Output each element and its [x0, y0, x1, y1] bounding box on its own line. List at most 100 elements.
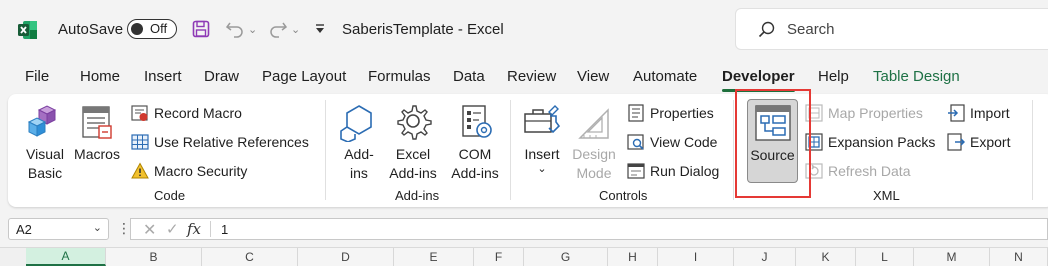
toolbox-icon [524, 105, 561, 134]
document-title: SaberisTemplate - Excel [342, 21, 504, 38]
com-add-ins-button[interactable]: COM Add-ins [446, 102, 504, 183]
expansion-packs-icon [804, 132, 824, 152]
column-header-f[interactable]: F [474, 248, 524, 266]
column-header-h[interactable]: H [608, 248, 658, 266]
map-properties-button[interactable]: Map Properties [804, 102, 923, 124]
column-header-b[interactable]: B [106, 248, 202, 266]
column-header-a[interactable]: A [26, 248, 106, 266]
tab-automate[interactable]: Automate [633, 68, 697, 85]
xml-group-label: XML [873, 188, 900, 203]
source-button[interactable]: Source [747, 99, 798, 183]
group-separator [1032, 100, 1033, 200]
autosave-toggle[interactable]: Off [127, 19, 177, 39]
add-ins-group-label: Add-ins [395, 188, 440, 203]
properties-label: Properties [650, 105, 714, 121]
toggle-knob [131, 22, 143, 35]
tab-page-layout[interactable]: Page Layout [262, 68, 346, 85]
column-header-d[interactable]: D [298, 248, 394, 266]
tab-data[interactable]: Data [453, 68, 485, 85]
redo-dropdown-icon[interactable]: ⌄ [291, 18, 300, 40]
chevron-down-icon[interactable]: ⌄ [93, 221, 102, 234]
column-header-l[interactable]: L [856, 248, 914, 266]
com-add-ins-label: COM Add-ins [451, 146, 499, 181]
view-code-label: View Code [650, 134, 718, 150]
design-mode-button[interactable]: Design Mode [568, 102, 620, 183]
import-label: Import [970, 105, 1010, 121]
macros-button[interactable]: Macros [72, 102, 122, 164]
source-button-content: Source [748, 103, 797, 165]
tab-formulas[interactable]: Formulas [368, 68, 431, 85]
view-code-button[interactable]: View Code [626, 131, 717, 153]
formula-bar: ✕ ✓ fx 1 [130, 218, 1048, 240]
tab-file[interactable]: File [25, 68, 49, 85]
properties-button[interactable]: Properties [626, 102, 714, 124]
export-button[interactable]: Export [946, 131, 1010, 153]
code-group-label: Code [154, 188, 186, 203]
map-properties-label: Map Properties [828, 105, 923, 121]
group-separator [325, 100, 326, 200]
excel-add-ins-button[interactable]: Excel Add-ins [386, 102, 440, 183]
use-relative-references-button[interactable]: Use Relative References [130, 131, 309, 153]
column-header-e[interactable]: E [394, 248, 474, 266]
insert-control-button[interactable]: Insert ⌄ [521, 102, 563, 175]
undo-dropdown-icon[interactable]: ⌄ [248, 18, 257, 40]
refresh-data-label: Refresh Data [828, 163, 911, 179]
run-dialog-label: Run Dialog [650, 163, 720, 179]
customize-qat-icon[interactable] [314, 18, 326, 40]
export-icon [946, 132, 966, 152]
formula-input[interactable]: 1 [221, 222, 228, 237]
run-dialog-button[interactable]: Run Dialog [626, 160, 719, 182]
warning-icon [130, 161, 150, 181]
tab-developer[interactable]: Developer [722, 68, 795, 92]
macro-security-button[interactable]: Macro Security [130, 160, 247, 182]
tab-table-design[interactable]: Table Design [873, 68, 960, 85]
expansion-packs-label: Expansion Packs [828, 134, 936, 150]
column-header-j[interactable]: J [734, 248, 796, 266]
export-label: Export [970, 134, 1011, 150]
expansion-packs-button[interactable]: Expansion Packs [804, 131, 935, 153]
use-relative-references-label: Use Relative References [154, 134, 309, 150]
autosave-state: Off [150, 21, 168, 36]
visual-basic-button[interactable]: Visual Basic [22, 102, 68, 183]
refresh-data-button[interactable]: Refresh Data [804, 160, 910, 182]
save-icon[interactable] [192, 18, 210, 40]
design-mode-icon [578, 108, 609, 139]
autosave-label: AutoSave [58, 21, 124, 38]
search-icon [758, 21, 775, 38]
add-ins-button[interactable]: Add- ins [338, 102, 380, 183]
column-header-k[interactable]: K [796, 248, 856, 266]
search-box[interactable]: Search [735, 8, 1048, 50]
insert-function-button[interactable]: fx [187, 220, 201, 238]
tab-help[interactable]: Help [818, 68, 849, 85]
com-add-ins-icon [462, 105, 492, 138]
search-placeholder: Search [787, 21, 835, 38]
enter-check-icon[interactable]: ✓ [166, 220, 179, 238]
visual-basic-icon [27, 105, 57, 137]
tab-draw[interactable]: Draw [204, 68, 239, 85]
column-header-c[interactable]: C [202, 248, 298, 266]
undo-icon[interactable] [225, 18, 245, 40]
insert-control-label: Insert [524, 146, 560, 162]
import-button[interactable]: Import [946, 102, 1010, 124]
tab-view[interactable]: View [577, 68, 609, 85]
column-header-g[interactable]: G [524, 248, 608, 266]
tab-review[interactable]: Review [507, 68, 556, 85]
design-mode-label: Design Mode [572, 146, 616, 181]
ribbon-tabs: File Home Insert Draw Page Layout Formul… [0, 62, 1048, 92]
record-macro-icon [130, 103, 150, 123]
column-header-n[interactable]: N [990, 248, 1048, 266]
select-all-corner[interactable] [0, 248, 27, 266]
column-header-m[interactable]: M [914, 248, 990, 266]
cancel-icon[interactable]: ✕ [143, 220, 156, 240]
add-ins-label: Add- ins [344, 146, 374, 181]
record-macro-button[interactable]: Record Macro [130, 102, 242, 124]
tab-home[interactable]: Home [80, 68, 120, 85]
tab-insert[interactable]: Insert [144, 68, 182, 85]
name-box[interactable]: A2 ⌄ [8, 218, 109, 240]
column-header-i[interactable]: I [658, 248, 734, 266]
add-ins-icon [340, 105, 372, 142]
more-options-icon[interactable]: ⋮ [117, 220, 131, 237]
controls-group-label: Controls [599, 188, 648, 203]
redo-icon[interactable] [268, 18, 288, 40]
excel-add-ins-label: Excel Add-ins [389, 146, 437, 181]
